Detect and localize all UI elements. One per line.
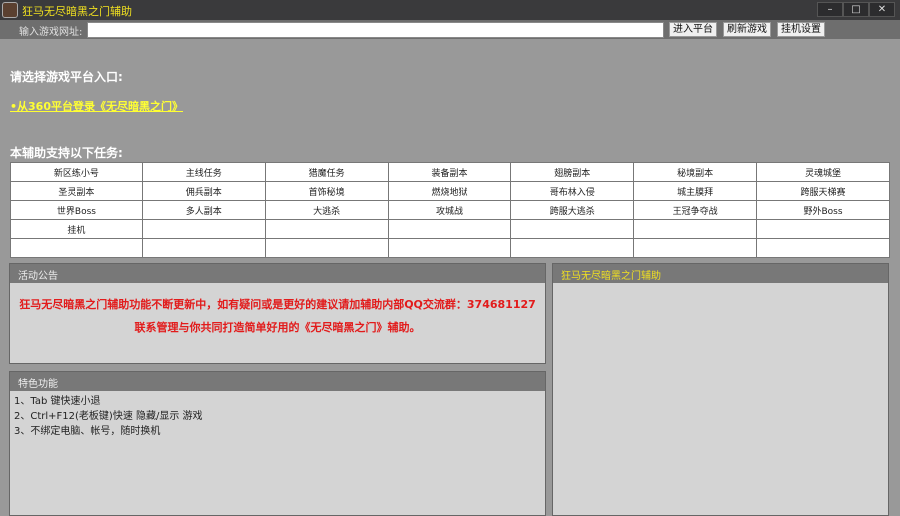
task-row: 圣灵副本 佣兵副本 首饰秘境 燃烧地狱 哥布林入侵 城主膜拜 跨服天梯赛: [10, 181, 890, 201]
minimize-button[interactable]: –: [817, 2, 843, 17]
task-row: 新区练小号 主线任务 猎魔任务 装备副本 翅膀副本 秘境副本 灵魂城堡: [10, 162, 890, 182]
task-row: 挂机: [10, 219, 890, 239]
task-cell[interactable]: 王冠争夺战: [633, 200, 758, 220]
task-cell: [510, 219, 635, 239]
features-panel: 特色功能 1、Tab 键快速小退 2、Ctrl+F12(老板键)快速 隐藏/显示…: [9, 371, 546, 516]
task-cell[interactable]: 城主膜拜: [633, 181, 758, 201]
task-cell[interactable]: 跨服大逃杀: [510, 200, 635, 220]
side-panel: 狂马无尽暗黑之门辅助: [552, 263, 889, 516]
feature-item: 2、Ctrl+F12(老板键)快速 隐藏/显示 游戏: [14, 411, 203, 422]
task-cell: [10, 238, 143, 258]
feature-item: 1、Tab 键快速小退: [14, 396, 101, 407]
task-cell: [387, 238, 512, 258]
task-cell[interactable]: 圣灵副本: [10, 181, 143, 201]
maximize-button[interactable]: □: [843, 2, 869, 17]
task-cell[interactable]: 世界Boss: [10, 200, 143, 220]
notice-line: 联系管理与你共同打造简单好用的《无尽暗黑之门》辅助。: [134, 321, 421, 334]
task-cell[interactable]: 翅膀副本: [510, 162, 635, 182]
task-cell: [510, 238, 635, 258]
platform-360-link[interactable]: •从360平台登录《无尽暗黑之门》: [10, 98, 183, 114]
task-cell[interactable]: 野外Boss: [756, 200, 890, 220]
refresh-game-button[interactable]: 刷新游戏: [723, 22, 771, 37]
task-cell: [387, 219, 512, 239]
feature-item: 3、不绑定电脑、帐号，随时换机: [14, 426, 161, 437]
task-row: 世界Boss 多人副本 大逃杀 攻城战 跨服大逃杀 王冠争夺战 野外Boss: [10, 200, 890, 220]
window-title: 狂马无尽暗黑之门辅助: [22, 5, 132, 18]
task-cell: [633, 238, 758, 258]
task-cell[interactable]: 多人副本: [141, 200, 266, 220]
task-cell[interactable]: 首饰秘境: [264, 181, 389, 201]
app-logo-icon: [2, 2, 18, 18]
tasks-table: 新区练小号 主线任务 猎魔任务 装备副本 翅膀副本 秘境副本 灵魂城堡 圣灵副本 佣兵副本 首饰秘…: [10, 162, 890, 258]
task-cell: [756, 219, 890, 239]
platform-heading: 请选择游戏平台入口:: [10, 70, 123, 84]
task-cell[interactable]: 挂机: [10, 219, 143, 239]
title-bar: 狂马无尽暗黑之门辅助 – □ ✕: [0, 0, 900, 20]
idle-settings-button[interactable]: 挂机设置: [777, 22, 825, 37]
task-cell[interactable]: 装备副本: [387, 162, 512, 182]
task-cell[interactable]: 秘境副本: [633, 162, 758, 182]
url-label: 输入游戏网址:: [19, 27, 83, 38]
tasks-heading: 本辅助支持以下任务:: [10, 146, 123, 160]
enter-platform-button[interactable]: 进入平台: [669, 22, 717, 37]
side-title: 狂马无尽暗黑之门辅助: [553, 264, 888, 283]
task-cell[interactable]: 佣兵副本: [141, 181, 266, 201]
task-cell: [141, 238, 266, 258]
task-cell[interactable]: 跨服天梯赛: [756, 181, 890, 201]
close-button[interactable]: ✕: [869, 2, 895, 17]
task-cell[interactable]: 燃烧地狱: [387, 181, 512, 201]
task-cell: [633, 219, 758, 239]
notice-title: 活动公告: [10, 264, 545, 283]
notice-panel: 活动公告 狂马无尽暗黑之门辅助功能不断更新中，如有疑问或是更好的建议请加辅助内部…: [9, 263, 546, 364]
task-cell[interactable]: 新区练小号: [10, 162, 143, 182]
task-cell[interactable]: 灵魂城堡: [756, 162, 890, 182]
notice-line: 狂马无尽暗黑之门辅助功能不断更新中，如有疑问或是更好的建议请加辅助内部QQ交流群…: [19, 298, 536, 311]
task-cell[interactable]: 主线任务: [141, 162, 266, 182]
task-cell: [264, 219, 389, 239]
features-title: 特色功能: [10, 372, 545, 391]
url-input[interactable]: [87, 22, 664, 38]
task-cell[interactable]: 大逃杀: [264, 200, 389, 220]
task-row: [10, 238, 890, 258]
task-cell: [756, 238, 890, 258]
task-cell: [264, 238, 389, 258]
task-cell[interactable]: 猎魔任务: [264, 162, 389, 182]
task-cell[interactable]: 攻城战: [387, 200, 512, 220]
task-cell[interactable]: 哥布林入侵: [510, 181, 635, 201]
task-cell: [141, 219, 266, 239]
